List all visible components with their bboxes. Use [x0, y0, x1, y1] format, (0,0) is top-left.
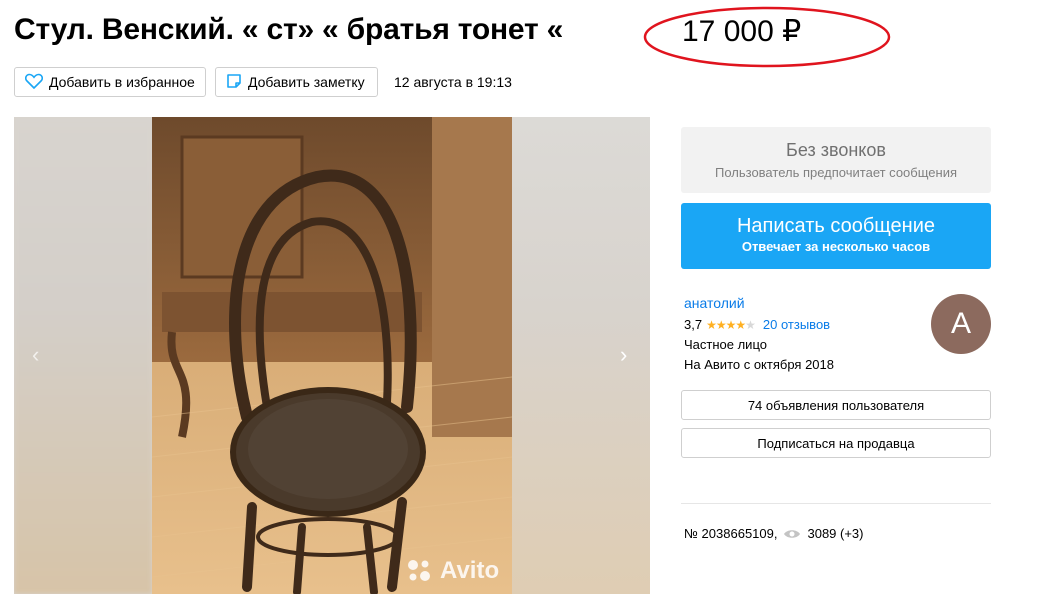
- reviews-link[interactable]: 20 отзывов: [763, 317, 830, 332]
- price-block: 17 000 ₽: [642, 6, 892, 70]
- add-to-favorites-label: Добавить в избранное: [49, 74, 195, 90]
- gallery-prev-icon[interactable]: ‹: [32, 342, 39, 368]
- watermark-text: Avito: [440, 557, 500, 584]
- note-icon: [226, 73, 242, 92]
- rating-value: 3,7: [684, 317, 703, 332]
- seller-listings-button[interactable]: 74 объявления пользователя: [681, 390, 991, 420]
- listing-number: № 2038665109,: [684, 526, 778, 541]
- seller-type: Частное лицо: [684, 337, 767, 352]
- rating-star-icon: ★: [715, 317, 727, 332]
- seller-rating: 3,7 ★★★★★ 20 отзывов: [684, 317, 830, 332]
- rating-star-icon: ★: [745, 317, 756, 332]
- subscribe-seller-button[interactable]: Подписаться на продавца: [681, 428, 991, 458]
- rating-star-icon: ★: [725, 317, 737, 332]
- add-note-button[interactable]: Добавить заметку: [215, 67, 378, 97]
- no-calls-title: Без звонков: [786, 140, 886, 160]
- gallery-next-icon[interactable]: ›: [620, 342, 627, 368]
- seller-name-link[interactable]: анатолий: [684, 295, 745, 311]
- add-to-favorites-button[interactable]: Добавить в избранное: [14, 67, 206, 97]
- avatar[interactable]: А: [931, 294, 991, 354]
- no-calls-subtitle: Пользователь предпочитает сообщения: [714, 165, 957, 180]
- view-count: 3089 (+3): [807, 526, 864, 541]
- rating-star-icon: ★: [735, 317, 746, 332]
- write-message-label: Написать сообщение: [736, 215, 935, 237]
- rating-stars: ★★★★★: [706, 317, 756, 332]
- listing-title: Стул. Венский. « ст» « братья тонет «: [14, 13, 564, 46]
- price: 17 000 ₽: [682, 15, 802, 48]
- no-calls-notice: Без звонков Пользователь предпочитает со…: [681, 127, 991, 193]
- eye-icon: [783, 528, 801, 540]
- chair-photo-illustration: [152, 117, 512, 594]
- response-time-label: Отвечает за несколько часов: [741, 239, 931, 254]
- gallery-blur-right: [512, 117, 650, 594]
- write-message-button[interactable]: Написать сообщение Отвечает за несколько…: [681, 203, 991, 269]
- avito-logo-icon: [408, 560, 430, 581]
- seller-since: На Авито с октября 2018: [684, 357, 834, 372]
- heart-icon: [24, 73, 44, 92]
- listing-photo[interactable]: [152, 117, 512, 594]
- listing-meta: № 2038665109, 3089 (+3): [684, 526, 864, 541]
- listing-date: 12 августа в 19:13: [394, 74, 512, 90]
- divider: [681, 503, 991, 504]
- photo-gallery[interactable]: ‹ › Avito: [14, 117, 650, 594]
- add-note-label: Добавить заметку: [248, 74, 365, 90]
- watermark: Avito: [406, 557, 499, 585]
- rating-star-icon: ★: [706, 317, 717, 332]
